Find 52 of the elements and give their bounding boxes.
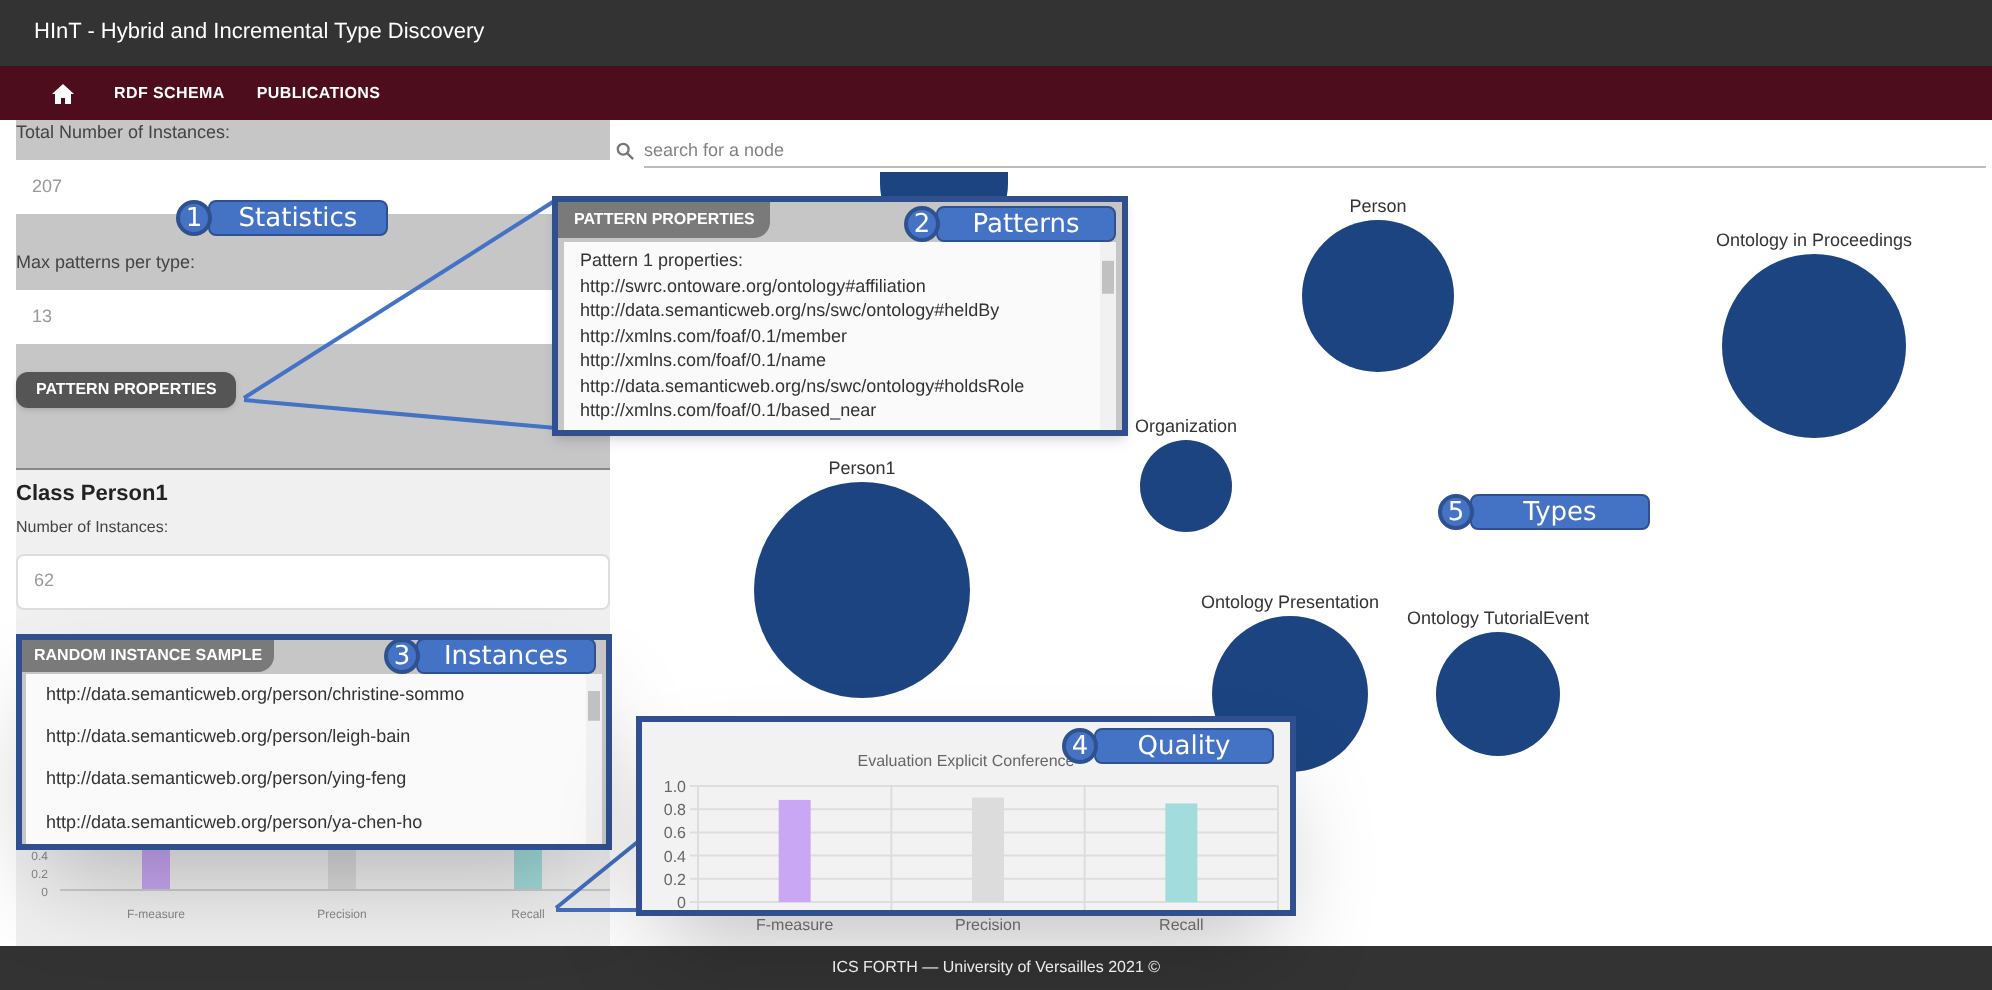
pattern-properties-button[interactable]: PATTERN PROPERTIES [16, 372, 237, 408]
property-text: http://data.semanticweb.org/ns/swc/ontology#heldBy [580, 298, 1000, 323]
tick-label: 0.4 [663, 847, 686, 866]
chart-title: Evaluation Explicit Conference [857, 752, 1075, 774]
scrollbar[interactable] [1100, 242, 1116, 430]
scrollbar[interactable] [586, 674, 602, 844]
bar [778, 799, 811, 902]
tick-label: 0 [677, 894, 686, 912]
popup-header-tab[interactable]: RANDOM INSTANCE SAMPLE [22, 640, 275, 672]
nav-link[interactable]: PUBLICATIONS [256, 81, 381, 105]
search-icon [616, 141, 634, 159]
property-text: Pattern 1 properties: [580, 248, 744, 273]
node-label: Ontology in Proceedings [1715, 228, 1913, 254]
tick-label: 0.8 [663, 801, 686, 820]
tick-label: 0.6 [663, 824, 686, 843]
node-label: Organization [1134, 414, 1238, 440]
home-icon[interactable] [52, 83, 74, 103]
property-text: http://xmlns.com/foaf/0.1/name [580, 348, 827, 373]
category-label: F-measure [756, 916, 834, 934]
callout-label: Patterns [936, 206, 1116, 242]
number-badge: 5 [1438, 494, 1474, 530]
popup-header-tab[interactable]: PATTERN PROPERTIES [558, 202, 771, 238]
tick-label: 1.0 [663, 778, 686, 796]
instance-link[interactable]: http://data.semanticweb.org/person/ya-chen-ho [46, 809, 423, 837]
instance-link[interactable]: http://data.semanticweb.org/person/christine-sommo [46, 681, 465, 709]
window-title: HInT - Hybrid and Incremental Type Discovery [34, 18, 485, 49]
field-label: Total Number of Instances: [16, 120, 231, 144]
instance-link[interactable]: http://data.semanticweb.org/person/leigh-bain [46, 724, 411, 752]
field-label: Max patterns per type: [16, 250, 196, 274]
callout-label: Types [1470, 494, 1650, 530]
callout-label: Instances [416, 638, 596, 674]
node-label: Person [1349, 194, 1407, 220]
category-label: Recall [1159, 916, 1204, 934]
callout-label: Statistics [208, 200, 388, 236]
bar [1165, 803, 1198, 902]
tick-label: 0.2 [663, 870, 686, 889]
node-label: Ontology Presentation [1200, 590, 1380, 616]
property-text: http://xmlns.com/foaf/0.1/member [580, 323, 848, 348]
footer-text: ICS FORTH — University of Versailles 2021 © [831, 956, 1161, 980]
class-title: Class Person1 [16, 480, 170, 510]
instance-link[interactable]: http://data.semanticweb.org/person/ying-feng [46, 766, 407, 794]
node-label: Ontology TutorialEvent [1406, 606, 1590, 632]
field-label: Number of Instances: [16, 515, 171, 539]
callout-label: Quality [1094, 728, 1274, 764]
property-text: http://xmlns.com/foaf/0.1/based_near [580, 398, 877, 423]
property-text: http://swrc.ontoware.org/ontology#affiliation [580, 273, 926, 298]
property-text: http://data.semanticweb.org/ns/swc/ontology#holdsRole [580, 373, 1025, 398]
nav-link[interactable]: RDF SCHEMA [114, 81, 225, 105]
category-label: Precision [955, 916, 1021, 934]
graph-node[interactable] [1140, 440, 1232, 532]
node-label: Person1 [828, 456, 896, 482]
search-field[interactable]: search for a node [644, 132, 1986, 168]
